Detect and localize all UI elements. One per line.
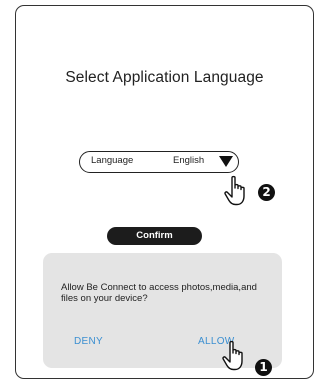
dropdown-arrow-icon[interactable] <box>219 156 233 167</box>
language-select-value: English <box>173 155 205 166</box>
step-1-badge: 1 <box>255 359 272 376</box>
deny-button[interactable]: DENY <box>74 336 103 347</box>
language-select-label: Language <box>91 155 134 166</box>
page-title: Select Application Language <box>65 69 264 86</box>
permission-message: Allow Be Connect to access photos,media,… <box>61 282 257 304</box>
language-select[interactable]: Language English <box>79 151 239 173</box>
hand-pointer-icon <box>222 340 243 371</box>
step-2-badge: 2 <box>258 184 275 201</box>
confirm-button[interactable]: Confirm <box>107 227 202 245</box>
hand-pointer-icon <box>224 175 245 206</box>
